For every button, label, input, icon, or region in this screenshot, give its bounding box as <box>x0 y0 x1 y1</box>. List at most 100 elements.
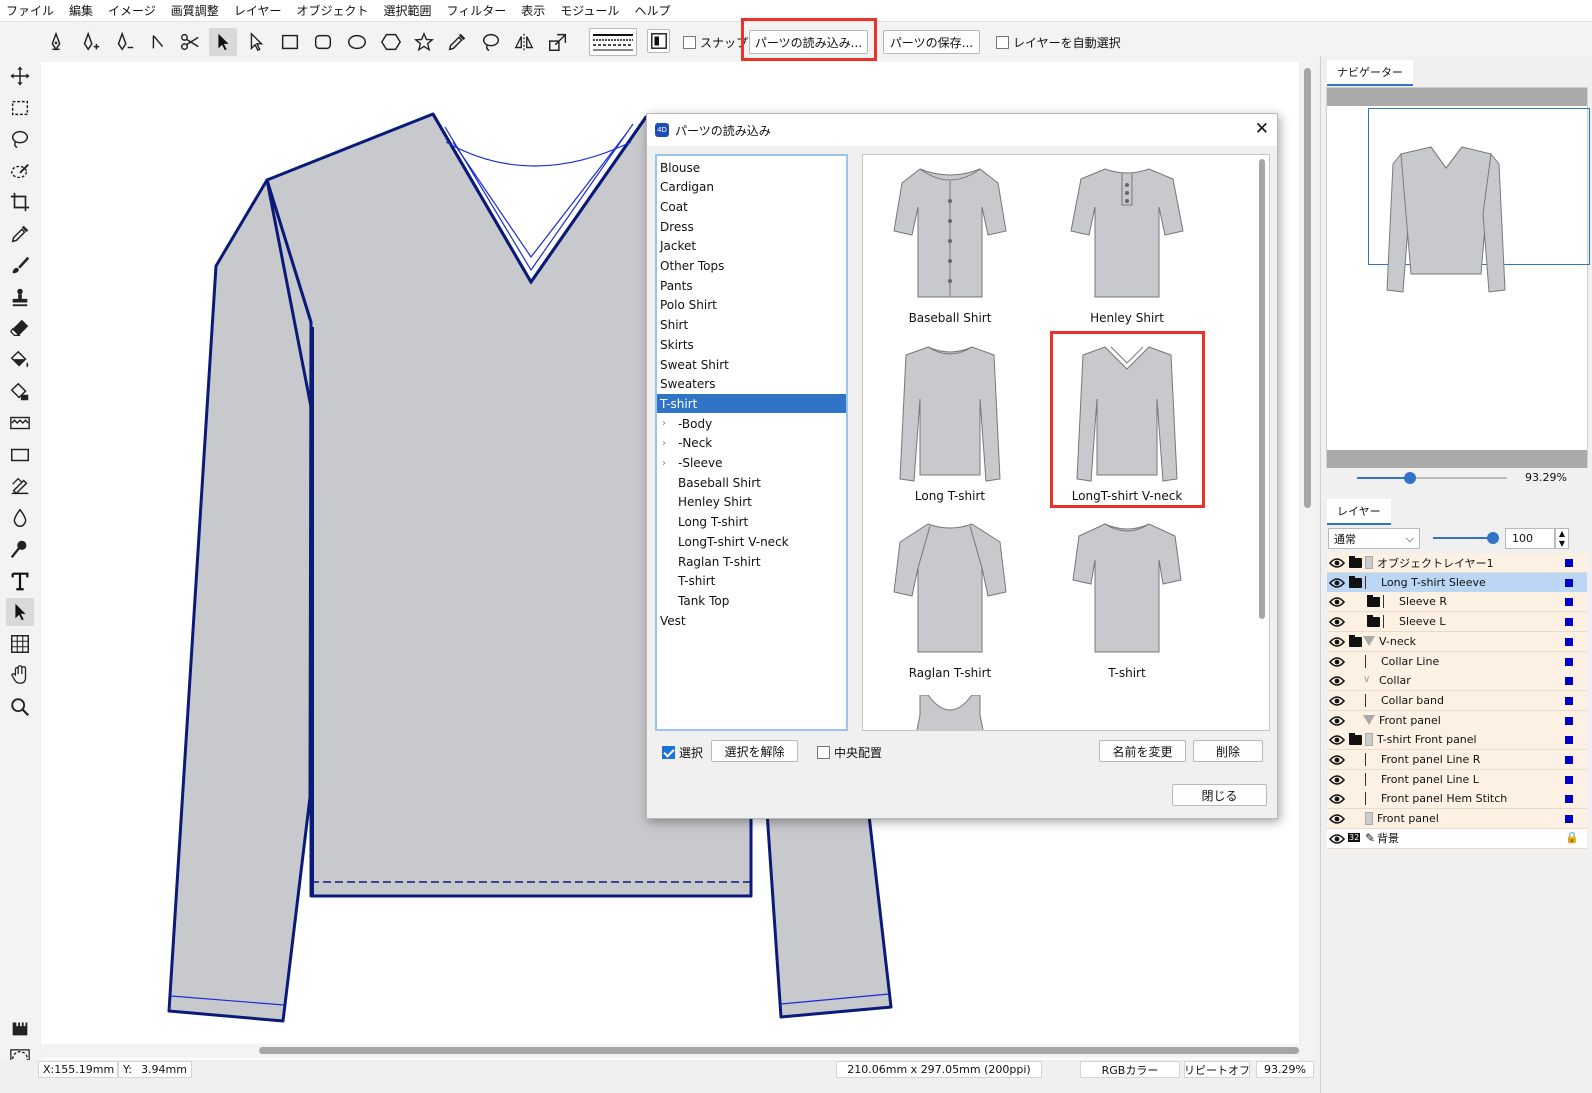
transform-icon[interactable] <box>544 28 572 56</box>
opacity-input[interactable]: 100 <box>1505 528 1555 549</box>
category-item[interactable]: Pants <box>657 276 846 295</box>
category-item[interactable]: Baseball Shirt <box>657 473 846 492</box>
polygon-icon[interactable] <box>377 28 405 56</box>
category-item[interactable]: Vest <box>657 611 846 630</box>
menu-item[interactable]: フィルター <box>446 2 506 19</box>
category-item[interactable]: Dress <box>657 217 846 236</box>
category-item[interactable]: Jacket <box>657 237 846 256</box>
scissors-icon[interactable] <box>176 28 204 56</box>
dropper-icon[interactable] <box>6 220 34 248</box>
category-item[interactable]: Shirt <box>657 316 846 335</box>
menu-item[interactable]: 編集 <box>69 2 93 19</box>
part-thumbnail[interactable]: Henley Shirt <box>1057 161 1197 336</box>
grid-scroll-thumb[interactable] <box>1259 159 1265 619</box>
eye-icon[interactable] <box>1328 636 1346 648</box>
menu-item[interactable]: ファイル <box>6 2 54 19</box>
repeat-mode[interactable]: リピートオフ <box>1184 1061 1250 1078</box>
layer-row[interactable]: Sleeve R <box>1327 592 1587 613</box>
close-button[interactable]: 閉じる <box>1172 784 1267 806</box>
pen-add-icon[interactable] <box>76 28 104 56</box>
category-item[interactable]: Henley Shirt <box>657 493 846 512</box>
eye-icon[interactable] <box>1328 616 1346 628</box>
shape-rectangle-icon[interactable] <box>6 441 34 469</box>
ellipse-icon[interactable] <box>343 28 371 56</box>
lasso-icon[interactable] <box>477 28 505 56</box>
category-item[interactable]: Tank Top <box>657 591 846 610</box>
category-item[interactable]: LongT-shirt V-neck <box>657 532 846 551</box>
eye-icon[interactable] <box>1328 656 1346 668</box>
category-item[interactable]: Skirts <box>657 335 846 354</box>
select-checkbox[interactable]: 選択 <box>662 744 703 761</box>
delete-button[interactable]: 削除 <box>1193 740 1263 762</box>
close-icon[interactable]: ✕ <box>1255 119 1269 139</box>
category-list[interactable]: Blouse Cardigan Coat Dress Jacket Other Tops P… <box>655 154 848 731</box>
part-thumbnail[interactable]: Raglan T-shirt <box>880 516 1020 691</box>
eye-icon[interactable] <box>1328 557 1346 569</box>
crop-icon[interactable] <box>6 188 34 216</box>
save-parts-button[interactable]: パーツの保存... <box>883 30 980 54</box>
eye-icon[interactable] <box>1328 774 1346 786</box>
anchor-convert-icon[interactable] <box>144 28 172 56</box>
layer-row[interactable]: Long T-shirt Sleeve <box>1327 572 1587 593</box>
category-item[interactable]: T-shirt <box>657 394 846 414</box>
category-item[interactable]: Coat <box>657 197 846 216</box>
scroll-thumb[interactable] <box>1304 68 1311 508</box>
grid-tool-icon[interactable] <box>6 630 34 658</box>
category-item[interactable]: Raglan T-shirt <box>657 552 846 571</box>
layer-row[interactable]: T-shirt Front panel <box>1327 730 1587 751</box>
eye-icon[interactable] <box>1328 833 1346 845</box>
part-thumbnail[interactable]: Baseball Shirt <box>880 161 1020 336</box>
gradient-fill-icon[interactable] <box>6 378 34 406</box>
eraser-icon[interactable] <box>6 314 34 342</box>
category-item[interactable]: Long T-shirt <box>657 513 846 532</box>
layers-tab[interactable]: レイヤー <box>1327 499 1391 525</box>
layer-row[interactable]: Collar Line <box>1327 651 1587 672</box>
snap-checkbox[interactable]: スナップ <box>683 34 748 51</box>
menu-item[interactable]: 表示 <box>521 2 545 19</box>
menu-item[interactable]: 選択範囲 <box>383 2 431 19</box>
stamp-icon[interactable] <box>6 283 34 311</box>
layer-row[interactable]: Front panel <box>1327 710 1587 731</box>
part-thumbnail[interactable]: T-shirt <box>1057 516 1197 691</box>
category-item[interactable]: Polo Shirt <box>657 296 846 315</box>
layer-row[interactable]: Front panel Line L <box>1327 769 1587 790</box>
direct-select-icon[interactable] <box>242 28 270 56</box>
star-icon[interactable] <box>410 28 438 56</box>
eye-icon[interactable] <box>1328 715 1346 727</box>
layer-row[interactable]: Sleeve L <box>1327 612 1587 633</box>
eye-icon[interactable] <box>1328 813 1346 825</box>
canvas-vertical-scrollbar[interactable] <box>1301 62 1315 1062</box>
navigator-preview[interactable] <box>1326 87 1590 468</box>
category-item[interactable]: Blouse <box>657 158 846 177</box>
pattern-icon[interactable] <box>6 409 34 437</box>
layer-row[interactable]: V-neck <box>1327 631 1587 652</box>
category-item[interactable]: › -Body <box>657 414 846 433</box>
layer-row-background[interactable]: 32 ✎ 背景 🔒 <box>1327 828 1587 849</box>
menu-item[interactable]: オブジェクト <box>296 2 368 19</box>
lasso-select-icon[interactable] <box>6 125 34 153</box>
tank-top-thumbnail-partial[interactable] <box>890 694 1010 730</box>
move-icon[interactable] <box>6 62 34 90</box>
stroke-style-selector[interactable] <box>589 28 637 56</box>
magic-wand-icon[interactable] <box>6 157 34 185</box>
opacity-slider[interactable] <box>1433 532 1499 544</box>
center-checkbox[interactable]: 中央配置 <box>817 744 882 761</box>
rounded-rectangle-icon[interactable] <box>309 28 337 56</box>
h-scroll-thumb[interactable] <box>259 1047 1299 1054</box>
eye-icon[interactable] <box>1328 793 1346 805</box>
text-tool-icon[interactable] <box>6 567 34 595</box>
object-select-icon[interactable] <box>6 598 34 626</box>
color-mode[interactable]: RGBカラー <box>1080 1061 1180 1078</box>
category-item[interactable]: › -Neck <box>657 434 846 453</box>
eye-icon[interactable] <box>1328 675 1346 687</box>
eye-icon[interactable] <box>1328 734 1346 746</box>
rectangle-icon[interactable] <box>276 28 304 56</box>
layer-row[interactable]: Front panel Line R <box>1327 750 1587 770</box>
category-item[interactable]: Sweat Shirt <box>657 355 846 374</box>
eye-icon[interactable] <box>1328 754 1346 766</box>
menu-item[interactable]: 画質調整 <box>171 2 219 19</box>
eye-icon[interactable] <box>1328 577 1346 589</box>
selection-arrow-icon[interactable] <box>209 28 237 56</box>
rename-button[interactable]: 名前を変更 <box>1099 740 1186 762</box>
category-item[interactable]: Other Tops <box>657 257 846 276</box>
